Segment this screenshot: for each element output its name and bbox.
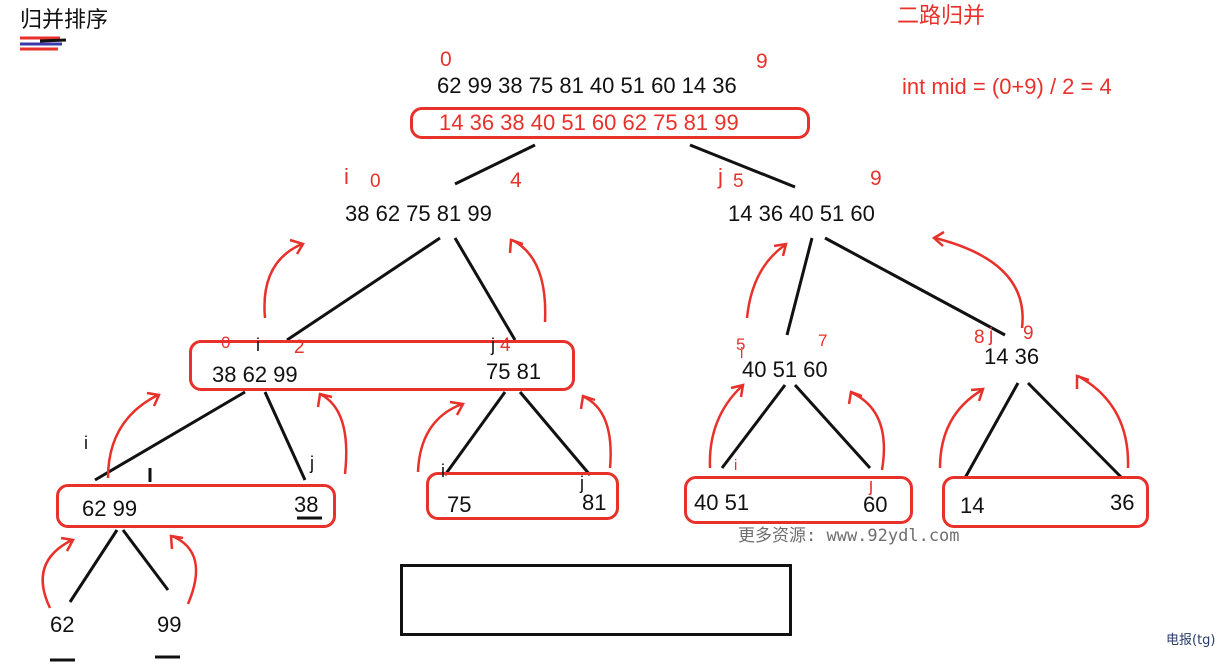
l1-left-start-index: 0 — [370, 171, 381, 192]
l3-a-j-pointer: j — [310, 453, 314, 473]
l1-right-start-index: 5 — [733, 171, 744, 192]
l4-right-value: 99 — [157, 612, 182, 637]
l1-left-pointer: i — [344, 164, 349, 189]
l2-right-start-index: 8 — [974, 327, 985, 348]
l3-c-left-value: 40 51 — [694, 490, 750, 515]
l2-left-end-index: 4 — [500, 335, 511, 356]
l2-right-j-pointer: j — [989, 325, 994, 346]
root-sorted-array: 14 36 38 40 51 60 62 75 81 99 — [439, 110, 739, 135]
l1-right-pointer: j — [718, 164, 723, 189]
mid-formula: int mid = (0+9) / 2 = 4 — [902, 74, 1112, 99]
title-scribble — [20, 36, 67, 51]
l2-mid-values: 40 51 60 — [742, 357, 828, 382]
l2-mid-end-index: 7 — [818, 331, 828, 350]
l1-right-values: 14 36 40 51 60 — [728, 201, 875, 226]
merge-arrows — [41, 230, 1130, 609]
root-unsorted-array: 62 99 38 75 81 40 51 60 14 36 — [437, 73, 737, 98]
subtitle: 二路归并 — [897, 4, 986, 29]
l2-right-end-index: 9 — [1023, 323, 1034, 344]
l3-c-i-pointer: i — [734, 457, 738, 474]
l3-a-right-value: 38 — [294, 492, 319, 517]
l2-left-mid-index: 2 — [294, 337, 305, 358]
l3-a-left-values: 62 99 — [82, 496, 138, 521]
l2-left-values: 38 62 99 — [212, 362, 298, 387]
l2-left-start-index: 0 — [221, 333, 231, 352]
l2-left-i-pointer: i — [256, 335, 260, 355]
l3-b-left-value: 75 — [447, 492, 472, 517]
corner-note: 电报(tg) — [1166, 633, 1216, 648]
l1-right-end-index: 9 — [870, 167, 882, 190]
l4-left-value: 62 — [50, 612, 75, 637]
l3-b-right-value: 81 — [582, 490, 607, 515]
watermark: 更多资源: www.92ydl.com — [738, 526, 960, 546]
root-right-index: 9 — [756, 50, 768, 73]
l3-d-left-value: 14 — [960, 493, 985, 518]
empty-box — [400, 564, 792, 636]
l2-right-values: 75 81 — [486, 359, 542, 384]
page-title: 归并排序 — [20, 8, 109, 33]
root-left-index: 0 — [440, 48, 452, 71]
l2-right-values: 14 36 — [984, 344, 1040, 369]
l1-left-values: 38 62 75 81 99 — [345, 201, 492, 226]
l3-d-right-value: 36 — [1110, 490, 1135, 515]
l2-left-j-pointer: j — [491, 335, 495, 355]
l3-c-right-value: 60 — [863, 492, 888, 517]
l3-a-i-pointer: i — [84, 433, 88, 453]
l1-left-end-index: 4 — [510, 169, 522, 192]
l3-b-i-pointer: i — [441, 461, 445, 481]
